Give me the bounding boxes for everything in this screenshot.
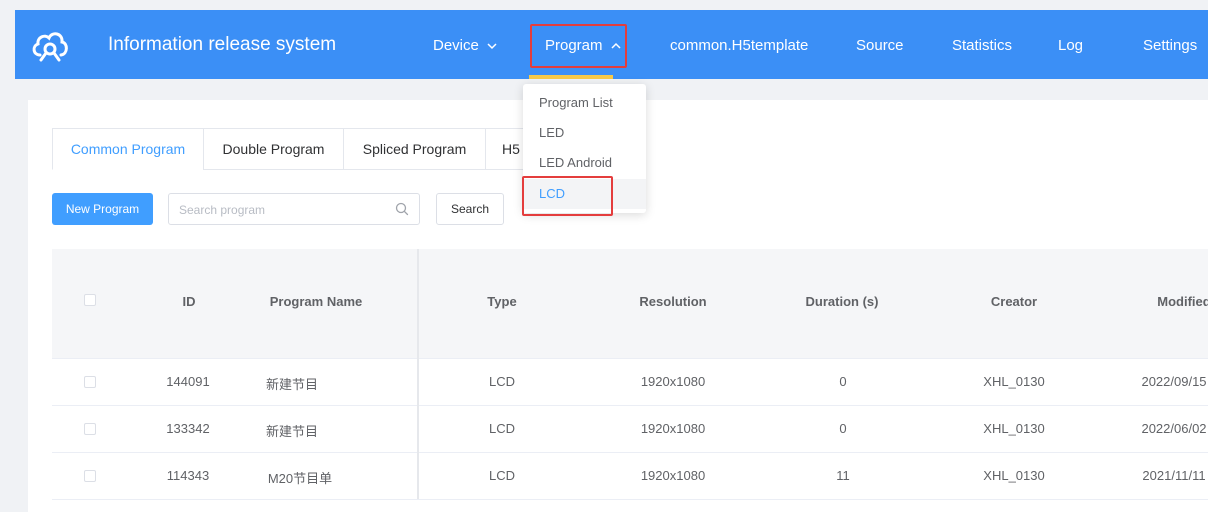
select-all-checkbox[interactable] xyxy=(84,294,96,306)
row-checkbox[interactable] xyxy=(84,470,96,482)
cell-duration: 0 xyxy=(839,374,847,389)
header-id: ID xyxy=(182,294,196,309)
row-checkbox[interactable] xyxy=(84,376,96,388)
cell-program-name: 新建节目 xyxy=(265,424,319,439)
nav-device-label: Device xyxy=(433,37,479,54)
header-modified: Modified xyxy=(1157,294,1208,309)
table-header: ID Program Name Type Resolution Duration… xyxy=(52,249,1208,359)
cell-modified: 2021/11/11 xyxy=(1142,468,1206,483)
cell-type: LCD xyxy=(488,374,516,389)
tab-spliced-program[interactable]: Spliced Program xyxy=(343,128,486,170)
cell-program-name: 新建节目 xyxy=(265,377,319,392)
cell-type: LCD xyxy=(488,468,516,483)
nav-log[interactable]: Log xyxy=(1058,37,1083,54)
header-duration: Duration (s) xyxy=(805,294,879,309)
chevron-down-icon xyxy=(487,43,497,50)
app-title: Information release system xyxy=(108,34,337,55)
chevron-up-icon xyxy=(611,42,621,49)
tab-common-program[interactable]: Common Program xyxy=(52,128,204,170)
nav-statistics[interactable]: Statistics xyxy=(952,37,1012,54)
header-creator: Creator xyxy=(990,294,1038,309)
cell-program-name: M20节目单 xyxy=(267,471,333,486)
nav-h5template[interactable]: common.H5template xyxy=(670,37,808,54)
header-program-name: Program Name xyxy=(269,294,363,309)
menu-item-led-android[interactable]: LED Android xyxy=(523,148,646,178)
cell-modified: 2022/06/02 xyxy=(1141,421,1207,436)
table-row[interactable]: 144091 新建节目 LCD 1920x1080 0 XHL_0130 202… xyxy=(52,359,1208,406)
cell-duration: 0 xyxy=(839,421,847,436)
search-icon[interactable] xyxy=(395,202,409,216)
search-button[interactable]: Search xyxy=(436,193,504,225)
search-box xyxy=(168,193,420,225)
header-type: Type xyxy=(487,294,517,309)
nav-source[interactable]: Source xyxy=(856,37,904,54)
nav-program[interactable]: Program xyxy=(545,37,621,54)
nav-settings[interactable]: Settings xyxy=(1143,37,1197,54)
column-divider xyxy=(417,249,419,499)
cell-duration: 11 xyxy=(836,468,850,483)
cell-type: LCD xyxy=(488,421,516,436)
nav-active-underline xyxy=(529,75,613,79)
cell-creator: XHL_0130 xyxy=(983,374,1045,389)
row-checkbox[interactable] xyxy=(84,423,96,435)
nav-program-label: Program xyxy=(545,37,603,54)
menu-item-program-list[interactable]: Program List xyxy=(523,88,646,118)
cell-resolution: 1920x1080 xyxy=(640,468,706,483)
cell-creator: XHL_0130 xyxy=(983,421,1045,436)
table-row[interactable]: 114343 M20节目单 LCD 1920x1080 11 XHL_0130 … xyxy=(52,453,1208,500)
header-resolution: Resolution xyxy=(639,294,707,309)
menu-item-lcd[interactable]: LCD xyxy=(523,179,646,209)
cell-id: 133342 xyxy=(166,421,210,436)
table-row[interactable]: 133342 新建节目 LCD 1920x1080 0 XHL_0130 202… xyxy=(52,406,1208,453)
cell-creator: XHL_0130 xyxy=(983,468,1045,483)
program-dropdown-menu: Program List LED LED Android LCD xyxy=(523,84,646,213)
cloud-icon[interactable] xyxy=(30,25,70,65)
nav-device[interactable]: Device xyxy=(433,37,497,54)
tab-double-program[interactable]: Double Program xyxy=(203,128,344,170)
cell-id: 114343 xyxy=(166,468,210,483)
cell-resolution: 1920x1080 xyxy=(640,374,706,389)
search-input[interactable] xyxy=(177,198,381,222)
cell-id: 144091 xyxy=(166,374,210,389)
new-program-button[interactable]: New Program xyxy=(52,193,153,225)
cell-resolution: 1920x1080 xyxy=(640,421,706,436)
top-navigation-bar: Information release system Device Progra… xyxy=(15,10,1208,79)
cell-modified: 2022/09/15 xyxy=(1141,374,1207,389)
menu-item-led[interactable]: LED xyxy=(523,118,646,148)
